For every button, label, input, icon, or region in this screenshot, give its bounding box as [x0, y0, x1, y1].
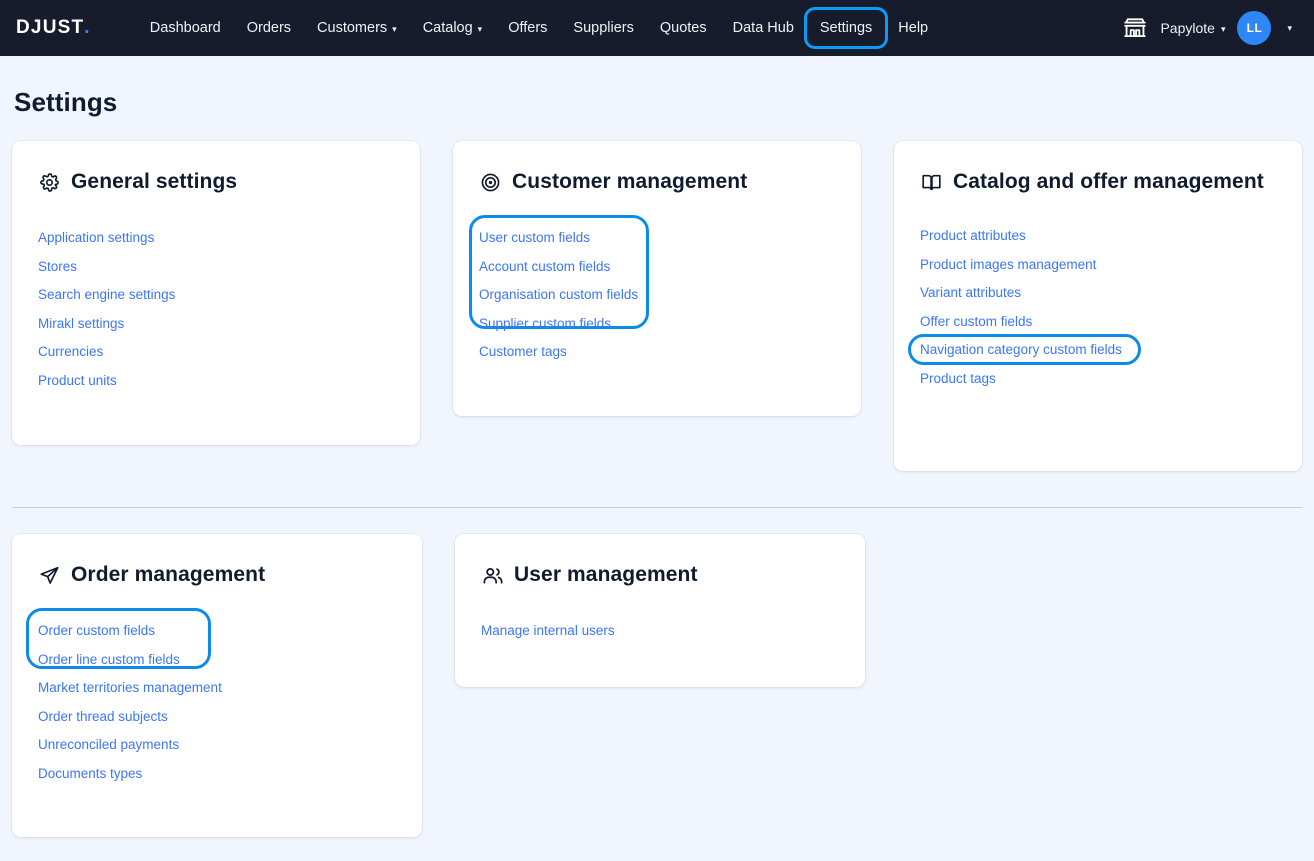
link-documents-types[interactable]: Documents types	[38, 760, 142, 789]
link-manage-internal-users[interactable]: Manage internal users	[481, 617, 615, 646]
link-customer-tags[interactable]: Customer tags	[479, 338, 567, 367]
card-link-list: Product attributes Product images manage…	[920, 222, 1276, 393]
link-order-custom-fields[interactable]: Order custom fields	[38, 617, 155, 646]
nav-label: Orders	[247, 20, 291, 36]
card-title: General settings	[71, 169, 237, 196]
avatar-initials: LL	[1247, 21, 1263, 35]
page-title: Settings	[14, 87, 1314, 118]
link-offer-custom-fields[interactable]: Offer custom fields	[920, 308, 1032, 337]
chevron-down-icon: ▾	[1221, 24, 1226, 35]
nav-item-help[interactable]: Help	[885, 14, 941, 42]
card-header: Catalog and offer management	[920, 169, 1276, 196]
link-application-settings[interactable]: Application settings	[38, 224, 154, 253]
store-icon	[1122, 15, 1148, 41]
card-title: User management	[514, 562, 698, 589]
link-organisation-custom-fields[interactable]: Organisation custom fields	[479, 281, 638, 310]
nav-item-settings[interactable]: Settings	[807, 14, 885, 42]
settings-grid-row-1: General settings Application settings St…	[0, 141, 1314, 471]
card-title: Order management	[71, 562, 265, 589]
link-stores[interactable]: Stores	[38, 253, 77, 282]
card-header: General settings	[38, 169, 394, 196]
nav-item-dashboard[interactable]: Dashboard	[137, 14, 234, 42]
link-account-custom-fields[interactable]: Account custom fields	[479, 253, 610, 282]
nav-label: Catalog	[423, 20, 473, 36]
nav-item-data-hub[interactable]: Data Hub	[720, 14, 807, 42]
section-divider	[12, 507, 1302, 508]
card-title: Catalog and offer management	[953, 169, 1264, 196]
nav-label: Dashboard	[150, 20, 221, 36]
link-user-custom-fields[interactable]: User custom fields	[479, 224, 590, 253]
card-link-list: Application settings Stores Search engin…	[38, 224, 394, 395]
nav-label: Customers	[317, 20, 387, 36]
nav-label: Quotes	[660, 20, 707, 36]
brand-name: DJUST	[16, 17, 84, 39]
link-unreconciled-payments[interactable]: Unreconciled payments	[38, 731, 179, 760]
card-header: Order management	[38, 562, 396, 589]
link-product-images-management[interactable]: Product images management	[920, 251, 1096, 280]
link-supplier-custom-fields[interactable]: Supplier custom fields	[479, 310, 611, 339]
link-search-engine-settings[interactable]: Search engine settings	[38, 281, 175, 310]
djust-logo[interactable]: DJUST.	[16, 17, 91, 39]
card-link-list: Manage internal users	[481, 617, 839, 646]
book-icon	[920, 169, 943, 196]
users-icon	[481, 562, 504, 589]
main-nav-links: Dashboard Orders Customers ▾ Catalog ▾ O…	[137, 14, 941, 42]
card-title: Customer management	[512, 169, 747, 196]
card-link-list: Order custom fields Order line custom fi…	[38, 617, 396, 788]
link-order-thread-subjects[interactable]: Order thread subjects	[38, 703, 168, 732]
link-product-tags[interactable]: Product tags	[920, 365, 996, 394]
nav-item-customers[interactable]: Customers ▾	[304, 14, 410, 42]
nav-item-orders[interactable]: Orders	[234, 14, 304, 42]
link-navigation-category-custom-fields[interactable]: Navigation category custom fields	[920, 336, 1122, 365]
nav-label: Settings	[820, 20, 872, 36]
card-link-list: User custom fields Account custom fields…	[479, 224, 835, 367]
nav-item-quotes[interactable]: Quotes	[647, 14, 720, 42]
link-product-units[interactable]: Product units	[38, 367, 117, 396]
link-product-attributes[interactable]: Product attributes	[920, 222, 1026, 251]
card-customer-management: Customer management User custom fields A…	[453, 141, 861, 416]
tenant-label: Papylote	[1160, 20, 1214, 36]
card-general-settings: General settings Application settings St…	[12, 141, 420, 445]
card-catalog-and-offer-management: Catalog and offer management Product att…	[894, 141, 1302, 471]
chevron-down-icon: ▾	[478, 25, 483, 34]
top-navigation-bar: DJUST. Dashboard Orders Customers ▾ Cata…	[0, 0, 1314, 56]
avatar[interactable]: LL	[1237, 11, 1271, 45]
brand-dot: .	[84, 17, 90, 39]
user-menu-chevron-down-icon[interactable]: ▾	[1283, 19, 1296, 38]
nav-label: Offers	[508, 20, 547, 36]
settings-grid-row-2: Order management Order custom fields Ord…	[0, 534, 1314, 837]
nav-item-offers[interactable]: Offers	[495, 14, 560, 42]
card-user-management: User management Manage internal users	[455, 534, 865, 687]
send-icon	[38, 562, 61, 589]
card-order-management: Order management Order custom fields Ord…	[12, 534, 422, 837]
link-variant-attributes[interactable]: Variant attributes	[920, 279, 1021, 308]
chevron-down-icon: ▾	[392, 25, 397, 34]
link-currencies[interactable]: Currencies	[38, 338, 103, 367]
link-market-territories-management[interactable]: Market territories management	[38, 674, 222, 703]
link-mirakl-settings[interactable]: Mirakl settings	[38, 310, 124, 339]
nav-label: Help	[898, 20, 928, 36]
link-order-line-custom-fields[interactable]: Order line custom fields	[38, 646, 180, 675]
card-header: User management	[481, 562, 839, 589]
nav-label: Suppliers	[573, 20, 633, 36]
card-header: Customer management	[479, 169, 835, 196]
nav-label: Data Hub	[733, 20, 794, 36]
nav-item-suppliers[interactable]: Suppliers	[560, 14, 646, 42]
target-icon	[479, 169, 502, 196]
nav-item-catalog[interactable]: Catalog ▾	[410, 14, 496, 42]
nav-right-cluster: Papylote ▾ LL ▾	[1122, 11, 1300, 45]
tenant-selector[interactable]: Papylote ▾	[1160, 20, 1225, 36]
gear-icon	[38, 169, 61, 196]
